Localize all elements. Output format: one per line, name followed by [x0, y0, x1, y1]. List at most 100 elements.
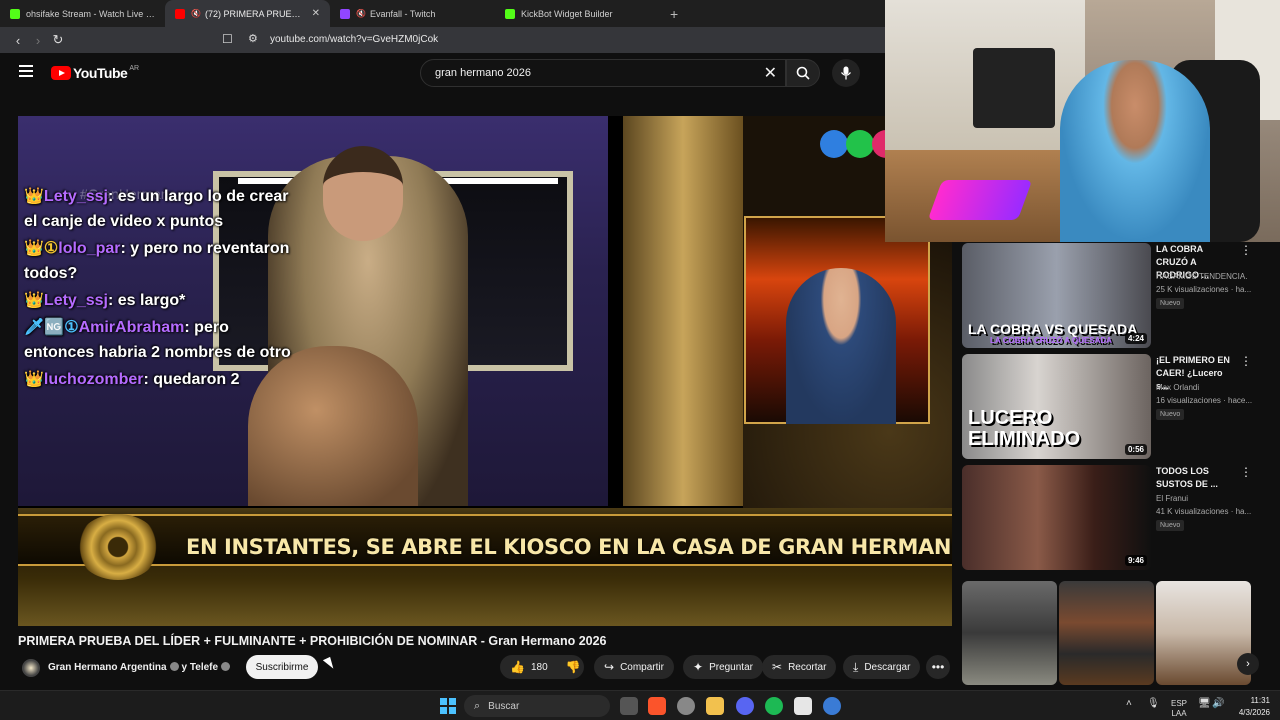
chat-message: 🗡🆖①AmirAbraham: pero entonces habria 2 n… — [24, 319, 291, 361]
forward-arrow-icon[interactable]: › — [28, 33, 48, 48]
volume-icon[interactable]: 🔊 — [1212, 699, 1224, 709]
youtube-logo[interactable]: YouTube AR — [51, 65, 139, 81]
channel-name[interactable]: Gran Hermano Argentina y Telefe — [48, 662, 233, 673]
voice-search-button[interactable] — [832, 59, 860, 87]
task-view-icon[interactable] — [620, 697, 638, 715]
lower-third-bar: EN INSTANTES, SE ABRE EL KIOSCO EN LA CA… — [18, 514, 952, 580]
youtube-play-icon — [51, 66, 71, 80]
new-badge: Nuevo — [1156, 520, 1185, 531]
sparkle-icon: ✦ — [693, 660, 704, 674]
channel-avatar[interactable] — [22, 659, 40, 677]
tab-kickbot[interactable]: KickBot Widget Builder — [495, 0, 660, 27]
chat-username: lolo_par — [58, 240, 121, 257]
chat-text: es largo* — [117, 292, 186, 309]
new-tab-plus-icon[interactable]: + — [660, 6, 688, 22]
search-icon — [796, 66, 810, 80]
reload-icon[interactable]: ↻ — [48, 32, 68, 48]
thumbnail-caption: LA COBRA VS QUESADA — [968, 321, 1138, 337]
obs-studio-icon[interactable] — [794, 697, 812, 715]
region-code: AR — [129, 64, 140, 72]
video-channel[interactable]: HAGAMOS TENDENCIA. — [1156, 272, 1247, 281]
kickbot-favicon-icon — [505, 8, 515, 19]
video-meta: 25 K visualizaciones · ha... — [1156, 285, 1252, 294]
site-settings-icon[interactable]: ⚙ — [248, 32, 258, 45]
webcam-poster — [973, 48, 1055, 128]
chevron-right-icon[interactable]: › — [1237, 653, 1259, 675]
back-arrow-icon[interactable]: ‹ — [8, 33, 28, 48]
youtube-favicon-icon — [175, 8, 185, 19]
video-thumbnail[interactable]: LA COBRA VS QUESADA LA COBRA CRUZÓ A QUE… — [962, 243, 1151, 348]
more-vertical-icon[interactable]: ⋮ — [1240, 243, 1252, 257]
short-thumbnail[interactable] — [1059, 581, 1154, 685]
video-inset-host — [744, 216, 930, 424]
video-title[interactable]: TODOS LOS SUSTOS DE ... — [1156, 465, 1234, 491]
download-label: Descargar — [864, 661, 911, 673]
short-thumbnail[interactable] — [1156, 581, 1251, 685]
video-thumbnail[interactable]: 9:46 — [962, 465, 1151, 570]
speaker-muted-icon[interactable]: 🔇 — [356, 9, 366, 18]
more-vertical-icon[interactable]: ⋮ — [1240, 465, 1252, 479]
chat-overlay: 👑Lety_ssj: es un largo lo de crear el ca… — [24, 184, 294, 394]
more-actions-icon[interactable]: ••• — [926, 655, 950, 679]
screen: ohsifake Stream - Watch Live on 🔇 (72) P… — [0, 0, 1280, 720]
short-thumbnail[interactable] — [962, 581, 1057, 685]
download-button[interactable]: ⤓ Descargar — [843, 655, 921, 679]
chat-message: 👑Lety_ssj: es un largo lo de crear el ca… — [24, 188, 289, 230]
taskbar-search-placeholder: Buscar — [488, 700, 520, 712]
app-c-icon[interactable] — [823, 697, 841, 715]
clear-search-icon[interactable]: ✕ — [764, 63, 777, 83]
video-channel[interactable]: Max Orlandi — [1156, 383, 1199, 392]
video-player[interactable]: #GranHermano EN INSTANTES, SE ABRE EL KI… — [18, 116, 952, 626]
clock-time: 11:31 — [1250, 696, 1270, 705]
more-vertical-icon[interactable]: ⋮ — [1240, 354, 1252, 368]
speaker-muted-icon[interactable]: 🔇 — [191, 9, 201, 18]
search-button[interactable] — [786, 59, 820, 87]
search-input[interactable]: gran hermano 2026 ✕ — [420, 59, 786, 87]
clip-button[interactable]: ✂ Recortar — [762, 655, 837, 679]
tab-twitch[interactable]: 🔇 Evanfall - Twitch — [330, 0, 495, 27]
show-hidden-icons-icon[interactable]: ˄ — [1126, 699, 1132, 709]
system-clock[interactable]: 11:31 4/3/2026 — [1226, 695, 1270, 719]
recommended-video[interactable]: LA COBRA VS QUESADA LA COBRA CRUZÓ A QUE… — [962, 243, 1262, 348]
menu-icon[interactable] — [19, 65, 33, 77]
tab-youtube-video[interactable]: 🔇 (72) PRIMERA PRUEBA DEL LÍ ✕ — [165, 0, 330, 27]
windows-start-icon[interactable] — [440, 698, 456, 714]
video-scene-mirror — [623, 116, 743, 506]
download-icon: ⤓ — [853, 659, 859, 674]
discord-icon[interactable] — [736, 697, 754, 715]
video-channel[interactable]: El Franui — [1156, 494, 1188, 503]
tab-kick-stream[interactable]: ohsifake Stream - Watch Live on — [0, 0, 165, 27]
ask-label: Preguntar — [709, 661, 753, 673]
network-icon[interactable]: 🖥 — [1198, 699, 1211, 709]
video-scene-head — [323, 146, 403, 241]
lower-third-banner: EN INSTANTES, SE ABRE EL KIOSCO EN LA CA… — [18, 508, 952, 626]
like-count[interactable]: 180 — [531, 662, 548, 673]
new-badge: Nuevo — [1156, 409, 1185, 420]
recommended-video[interactable]: 9:46 TODOS LOS SUSTOS DE ... El Franui 4… — [962, 465, 1262, 570]
microphone-tray-icon[interactable]: 🎙 — [1147, 699, 1160, 709]
thumbs-up-icon[interactable]: 👍 — [510, 660, 525, 674]
file-explorer-icon[interactable] — [706, 697, 724, 715]
subscribe-button[interactable]: Suscribirme — [246, 655, 318, 679]
thumbs-down-icon[interactable]: 👎 — [566, 660, 581, 674]
collab-channel-text: y Telefe — [181, 662, 219, 673]
chat-username: AmirAbraham — [78, 319, 185, 336]
language-code: ESP — [1170, 699, 1187, 708]
chat-message: 👑luchozomber: quedaron 2 — [24, 371, 240, 388]
chat-text: quedaron 2 — [153, 371, 240, 388]
kick-favicon-icon — [10, 8, 20, 19]
brave-browser-icon[interactable] — [648, 697, 666, 715]
language-layout: LAA — [1171, 709, 1187, 718]
keyboard-language[interactable]: ESP LAA — [1168, 699, 1190, 719]
chrome-icon[interactable] — [677, 697, 695, 715]
ask-button[interactable]: ✦ Preguntar — [683, 655, 763, 679]
spotify-icon[interactable] — [765, 697, 783, 715]
channel-row: Gran Hermano Argentina y Telefe Suscribir… — [18, 655, 958, 679]
video-thumbnail[interactable]: LUCERO ELIMINADO 0:56 — [962, 354, 1151, 459]
share-button[interactable]: ↪ Compartir — [594, 655, 674, 679]
taskbar-search[interactable]: ⌕ Buscar — [464, 695, 610, 717]
url-field[interactable]: youtube.com/watch?v=GveHZM0jCok — [270, 34, 438, 45]
close-tab-icon[interactable]: ✕ — [312, 8, 320, 19]
bookmark-icon[interactable]: ☐ — [222, 32, 233, 46]
recommended-video[interactable]: LUCERO ELIMINADO 0:56 ¡EL PRIMERO EN CAE… — [962, 354, 1262, 459]
